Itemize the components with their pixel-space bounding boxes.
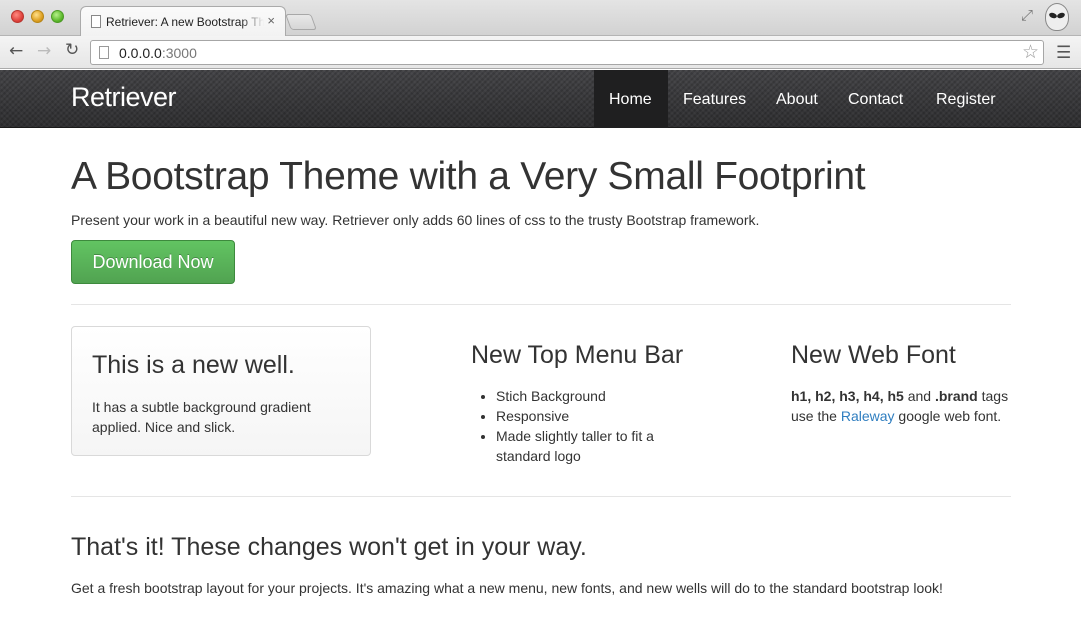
download-button[interactable]: Download Now: [71, 240, 235, 284]
web-font-title: New Web Font: [791, 341, 956, 369]
section-text: Get a fresh bootstrap layout for your pr…: [71, 580, 943, 596]
fullscreen-icon[interactable]: ⤢: [1021, 7, 1033, 24]
hamburger-menu-icon[interactable]: ☰: [1056, 43, 1071, 63]
tab-title: Retriever: A new Bootstrap Theme: [106, 15, 264, 29]
page-icon: [99, 46, 109, 59]
divider: [71, 304, 1011, 305]
well-box: This is a new well. It has a subtle back…: [71, 326, 371, 456]
heading-tags: h1, h2, h3, h4, h5: [791, 388, 904, 404]
url-host: 0.0.0.0: [119, 45, 162, 61]
raleway-link[interactable]: Raleway: [841, 408, 895, 424]
connector-text: google web font.: [894, 408, 1002, 424]
site-navbar: Retriever Home Features About Contact Re…: [0, 70, 1081, 128]
web-font-text: h1, h2, h3, h4, h5 and .brand tags use t…: [791, 386, 1021, 426]
brand-tag: .brand: [934, 388, 978, 404]
list-item: Made slightly taller to fit a standard l…: [496, 426, 696, 466]
nav-contact[interactable]: Contact: [833, 70, 918, 128]
browser-tab[interactable]: Retriever: A new Bootstrap Theme ×: [80, 6, 286, 37]
brand-logo[interactable]: Retriever: [71, 82, 177, 113]
reload-icon[interactable]: ↻: [65, 40, 79, 60]
back-icon[interactable]: ←: [9, 41, 23, 61]
divider: [71, 496, 1011, 497]
menu-bar-list: Stich Background Responsive Made slightl…: [496, 386, 696, 466]
well-title: This is a new well.: [92, 351, 295, 379]
bookmark-star-icon[interactable]: ☆: [1022, 41, 1039, 64]
user-profile-icon[interactable]: [1045, 3, 1069, 31]
nav-about[interactable]: About: [761, 70, 833, 128]
window-minimize-button[interactable]: [31, 10, 44, 23]
hero-title: A Bootstrap Theme with a Very Small Foot…: [71, 155, 866, 198]
url-text[interactable]: 0.0.0.0:3000: [119, 45, 197, 61]
page-icon: [91, 15, 101, 28]
new-tab-button[interactable]: [285, 14, 317, 30]
window-close-button[interactable]: [11, 10, 24, 23]
list-item: Stich Background: [496, 386, 696, 406]
nav-home[interactable]: Home: [594, 70, 668, 128]
browser-toolbar: ← → ↻ 0.0.0.0:3000 ☆ ☰: [0, 36, 1081, 69]
menu-bar-title: New Top Menu Bar: [471, 341, 684, 369]
nav-register[interactable]: Register: [921, 70, 1011, 128]
connector-text: and: [903, 388, 935, 404]
url-port: :3000: [161, 45, 197, 61]
section-title: That's it! These changes won't get in yo…: [71, 533, 587, 561]
browser-tab-bar: Retriever: A new Bootstrap Theme × ⤢: [0, 0, 1081, 37]
hero-lead: Present your work in a beautiful new way…: [71, 212, 760, 228]
forward-icon[interactable]: →: [37, 41, 51, 61]
address-bar[interactable]: 0.0.0.0:3000 ☆: [90, 40, 1044, 65]
list-item: Responsive: [496, 406, 696, 426]
well-text: It has a subtle background gradient appl…: [92, 399, 311, 435]
nav-features[interactable]: Features: [668, 70, 761, 128]
window-maximize-button[interactable]: [51, 10, 64, 23]
close-tab-icon[interactable]: ×: [267, 13, 275, 28]
